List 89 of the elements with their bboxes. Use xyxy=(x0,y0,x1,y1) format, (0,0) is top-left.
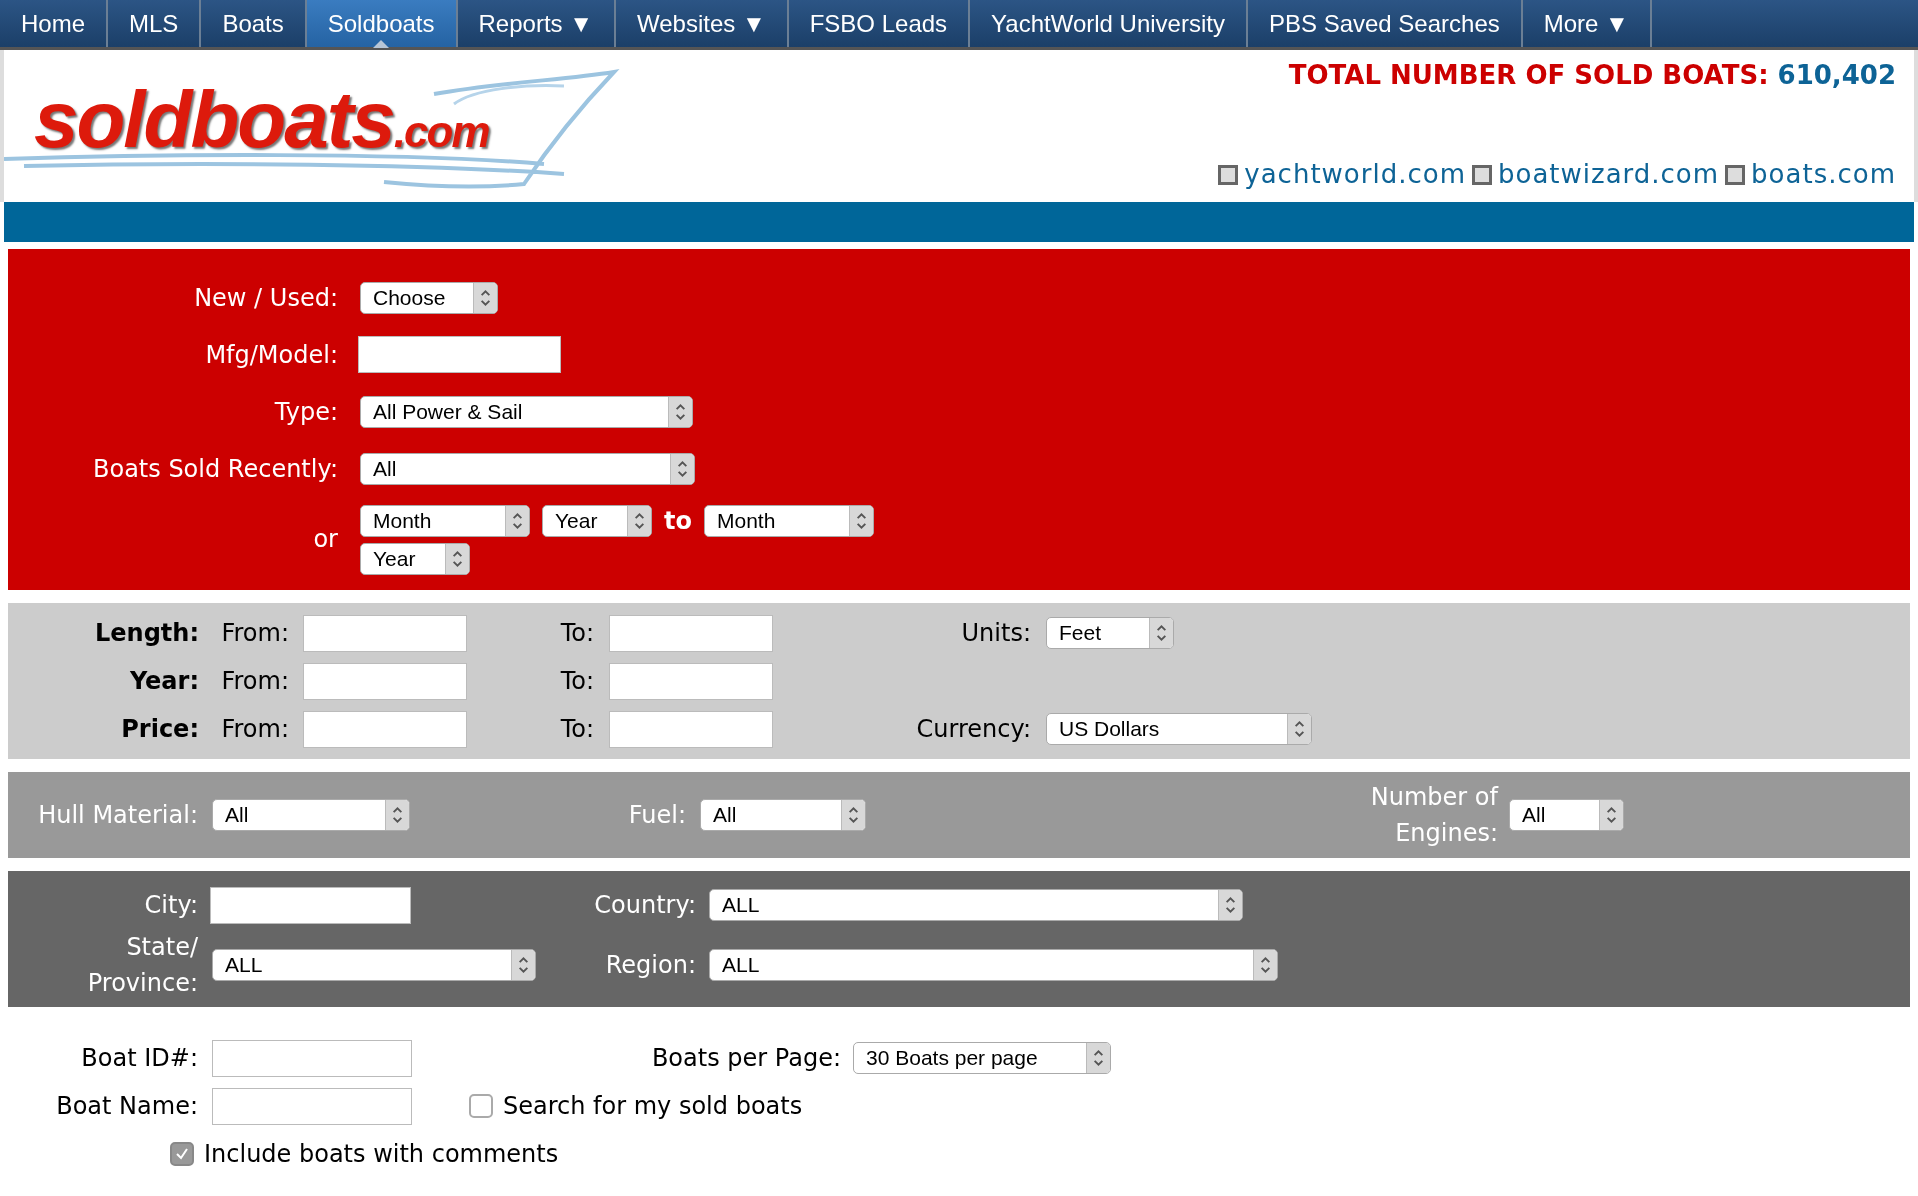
field-label: State/ Province: xyxy=(86,932,198,999)
field-label: From: xyxy=(220,666,289,697)
field-label: Year: xyxy=(128,666,199,697)
dropdown[interactable]: All xyxy=(700,799,866,831)
range-to-label: to xyxy=(664,506,692,537)
dropdown[interactable]: Year xyxy=(360,543,470,575)
field-label: Hull Material: xyxy=(37,800,198,831)
input-field[interactable] xyxy=(358,336,561,373)
logo-text: soldboats.com xyxy=(34,80,489,160)
updown-arrows-icon xyxy=(668,396,692,427)
input-field[interactable] xyxy=(212,1039,412,1077)
field-label: Boats Sold Recently: xyxy=(92,453,338,485)
dropdown[interactable]: All xyxy=(1509,799,1624,831)
updown-arrows-icon xyxy=(1253,950,1277,980)
nav-tab[interactable]: YachtWorld University xyxy=(970,0,1248,47)
field-label: To: xyxy=(559,666,594,697)
square-icon xyxy=(1471,164,1492,185)
field-label: City: xyxy=(143,890,198,921)
total-sold-count: TOTAL NUMBER OF SOLD BOATS: 610,402 xyxy=(1288,59,1896,92)
field-label: Region: xyxy=(604,950,696,981)
field-label: Country: xyxy=(593,890,696,921)
checkbox-label: Search for my sold boats xyxy=(503,1091,803,1122)
updown-arrows-icon xyxy=(385,800,409,830)
field-label: From: xyxy=(220,618,289,649)
field-label: To: xyxy=(559,618,594,649)
field-label: New / Used: xyxy=(193,282,338,314)
input-field[interactable] xyxy=(609,662,773,700)
dropdown[interactable]: Month xyxy=(703,505,874,537)
field-label: or xyxy=(312,524,338,555)
nav-tab[interactable]: Soldboats xyxy=(306,0,458,47)
field-label: Units: xyxy=(960,618,1031,649)
input-field[interactable] xyxy=(303,614,467,652)
input-field[interactable] xyxy=(303,710,467,748)
dropdown[interactable]: US Dollars xyxy=(1046,713,1312,745)
updown-arrows-icon xyxy=(627,506,651,536)
updown-arrows-icon xyxy=(1599,800,1623,830)
updown-arrows-icon xyxy=(670,453,694,484)
field-label: Boat ID#: xyxy=(80,1043,198,1074)
dropdown[interactable]: All Power & Sail xyxy=(360,395,693,428)
field-label: Mfg/Model: xyxy=(204,339,338,371)
updown-arrows-icon xyxy=(1086,1043,1110,1073)
nav-tab[interactable]: FSBO Leads xyxy=(788,0,971,47)
updown-arrows-icon xyxy=(841,800,865,830)
checkbox-label: Include boats with comments xyxy=(204,1139,559,1170)
field-label: Number of Engines: xyxy=(1369,782,1498,849)
updown-arrows-icon xyxy=(1287,714,1311,744)
nav-tab[interactable]: Home xyxy=(0,0,109,47)
field-label: To: xyxy=(559,714,594,745)
dropdown[interactable]: ALL xyxy=(212,949,536,981)
dropdown[interactable]: ALL xyxy=(709,889,1243,921)
site-link[interactable]: yachtworld.com xyxy=(1244,155,1466,194)
input-field[interactable] xyxy=(212,1087,412,1125)
square-icon xyxy=(1725,164,1746,185)
dropdown[interactable]: 30 Boats per page xyxy=(853,1042,1111,1074)
field-label: Type: xyxy=(273,396,338,428)
field-label: Currency: xyxy=(915,714,1031,745)
updown-arrows-icon xyxy=(848,506,873,536)
input-field[interactable] xyxy=(609,710,773,748)
square-icon xyxy=(1218,164,1239,185)
dropdown[interactable]: All xyxy=(360,452,695,485)
updown-arrows-icon xyxy=(1149,618,1173,648)
field-label: From: xyxy=(220,714,289,745)
dropdown[interactable]: All xyxy=(212,799,410,831)
updown-arrows-icon xyxy=(1218,890,1242,920)
field-label: Fuel: xyxy=(627,800,686,831)
input-field[interactable] xyxy=(609,614,773,652)
nav-tab[interactable]: MLS xyxy=(108,0,202,47)
updown-arrows-icon xyxy=(511,950,535,980)
nav-tab[interactable]: Reports ▼ xyxy=(457,0,616,47)
site-link[interactable]: boats.com xyxy=(1751,155,1896,194)
nav-tab[interactable]: PBS Saved Searches xyxy=(1247,0,1523,47)
nav-tab[interactable]: Websites ▼ xyxy=(616,0,789,47)
dropdown[interactable]: ALL xyxy=(709,949,1278,981)
updown-arrows-icon xyxy=(445,544,469,574)
nav-tab[interactable]: More ▼ xyxy=(1522,0,1652,47)
dropdown[interactable]: Year xyxy=(542,505,652,537)
field-label: Length: xyxy=(94,618,199,649)
field-label: Boats per Page: xyxy=(650,1043,841,1074)
dropdown[interactable]: Month xyxy=(360,505,530,537)
field-label: Price: xyxy=(120,714,199,745)
updown-arrows-icon xyxy=(473,282,497,313)
dropdown[interactable]: Feet xyxy=(1046,617,1174,649)
updown-arrows-icon xyxy=(505,506,529,536)
dropdown[interactable]: Choose xyxy=(360,281,498,314)
input-field[interactable] xyxy=(210,886,411,924)
checkbox[interactable] xyxy=(469,1094,493,1118)
input-field[interactable] xyxy=(303,662,467,700)
field-label: Boat Name: xyxy=(55,1091,198,1122)
site-link[interactable]: boatwizard.com xyxy=(1497,155,1720,194)
